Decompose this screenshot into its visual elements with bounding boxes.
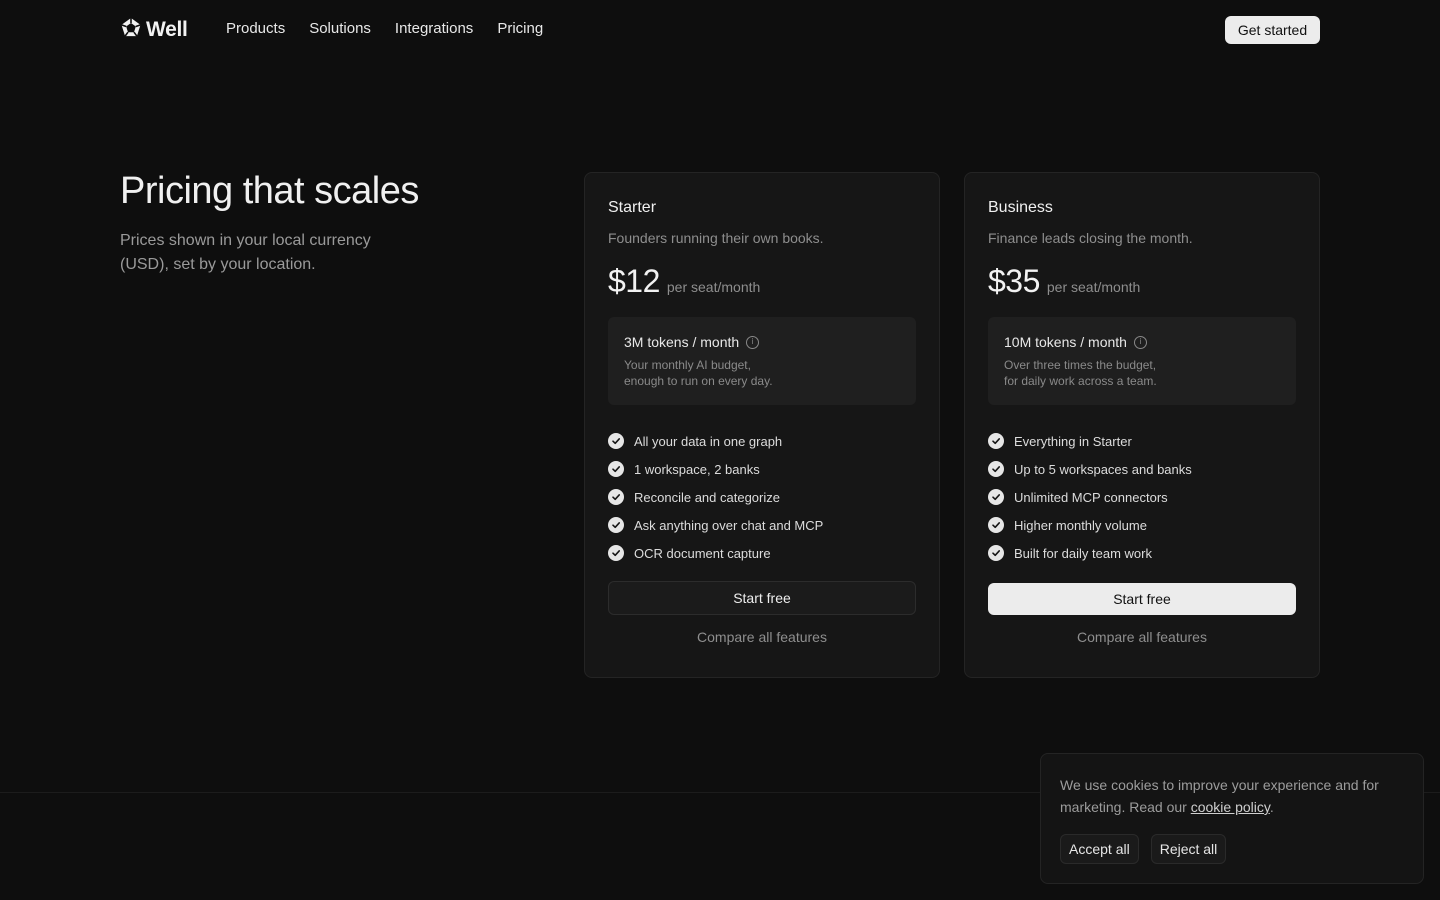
cookie-actions: Accept all Reject all [1060,834,1227,864]
get-started-button[interactable]: Get started [1225,16,1320,44]
page-title: Pricing that scales [120,170,419,212]
plan-card-starter: Starter Founders running their own books… [584,172,940,678]
logo[interactable]: Well [120,17,188,44]
feature-list: All your data in one graph 1 workspace, … [608,427,823,567]
feature-item: Higher monthly volume [988,511,1192,539]
check-icon [608,433,624,449]
accept-all-button[interactable]: Accept all [1060,834,1139,864]
check-icon [608,545,624,561]
feature-label: Up to 5 workspaces and banks [1014,461,1192,477]
cookie-policy-link[interactable]: cookie policy [1191,799,1270,815]
token-description-line: for daily work across a team. [1004,374,1157,388]
feature-label: Higher monthly volume [1014,517,1147,533]
feature-item: Reconcile and categorize [608,483,823,511]
cookie-banner: We use cookies to improve your experienc… [1040,753,1424,884]
check-icon [988,517,1004,533]
info-icon[interactable]: i [1133,335,1147,349]
info-icon[interactable]: i [746,335,760,349]
plan-price-row: $35 per seat/month [988,263,1140,300]
token-allowance-box: 3M tokens / month i Your monthly AI budg… [608,317,916,405]
token-allowance-box: 10M tokens / month i Over three times th… [988,317,1296,405]
feature-item: All your data in one graph [608,427,823,455]
feature-label: OCR document capture [634,545,771,561]
feature-label: Everything in Starter [1014,433,1132,449]
token-description: Over three times the budget, for daily w… [1004,357,1244,389]
logo-text: Well [146,18,188,41]
token-title: 10M tokens / month [1004,334,1127,350]
feature-item: OCR document capture [608,539,823,567]
token-description: Your monthly AI budget, enough to run on… [624,357,864,389]
cookie-text: We use cookies to improve your experienc… [1060,774,1410,818]
plan-description: Founders running their own books. [608,230,824,246]
feature-item: 1 workspace, 2 banks [608,455,823,483]
check-icon [988,433,1004,449]
check-icon [988,489,1004,505]
feature-label: 1 workspace, 2 banks [634,461,760,477]
nav-link-products[interactable]: Products [226,20,285,37]
plan-price: $35 [988,263,1040,299]
top-nav: Well Products Solutions Integrations Pri… [0,0,1440,60]
nav-links: Products Solutions Integrations Pricing [226,20,543,37]
nav-link-pricing[interactable]: Pricing [497,20,543,37]
starter-start-free-button[interactable]: Start free [608,581,916,615]
feature-label: All your data in one graph [634,433,783,449]
feature-item: Built for daily team work [988,539,1192,567]
feature-label: Built for daily team work [1014,545,1152,561]
token-description-line: Over three times the budget, [1004,358,1157,372]
plan-name: Starter [608,199,657,216]
cookie-suffix: . [1269,799,1274,815]
plan-card-business: Business Finance leads closing the month… [964,172,1320,678]
feature-label: Ask anything over chat and MCP [634,517,824,533]
token-title-row: 10M tokens / month i [1004,334,1147,350]
feature-list: Everything in Starter Up to 5 workspaces… [988,427,1192,567]
token-title-row: 3M tokens / month i [624,334,760,350]
token-description-line: Your monthly AI budget, [624,358,751,372]
token-title: 3M tokens / month [624,334,740,350]
plan-description: Finance leads closing the month. [988,230,1193,246]
check-icon [988,461,1004,477]
well-logo-icon [120,17,142,44]
reject-all-button[interactable]: Reject all [1150,834,1227,864]
feature-label: Reconcile and categorize [634,489,780,505]
plan-price-row: $12 per seat/month [608,263,760,300]
feature-item: Ask anything over chat and MCP [608,511,823,539]
nav-link-integrations[interactable]: Integrations [395,20,473,37]
check-icon [988,545,1004,561]
page-subtitle: Prices shown in your local currency (USD… [120,232,371,273]
feature-item: Unlimited MCP connectors [988,483,1192,511]
check-icon [608,517,624,533]
plan-price-unit: per seat/month [666,279,761,295]
check-icon [608,461,624,477]
feature-item: Everything in Starter [988,427,1192,455]
business-start-free-button[interactable]: Start free [988,583,1296,615]
compare-features-link[interactable]: Compare all features [608,629,916,645]
compare-features-link[interactable]: Compare all features [988,629,1296,645]
feature-label: Unlimited MCP connectors [1014,489,1168,505]
check-icon [608,489,624,505]
plan-name: Business [988,199,1053,216]
feature-item: Up to 5 workspaces and banks [988,455,1192,483]
plan-price-unit: per seat/month [1046,279,1141,295]
plan-price: $12 [608,263,660,299]
token-description-line: enough to run on every day. [624,374,773,388]
nav-link-solutions[interactable]: Solutions [309,20,371,37]
